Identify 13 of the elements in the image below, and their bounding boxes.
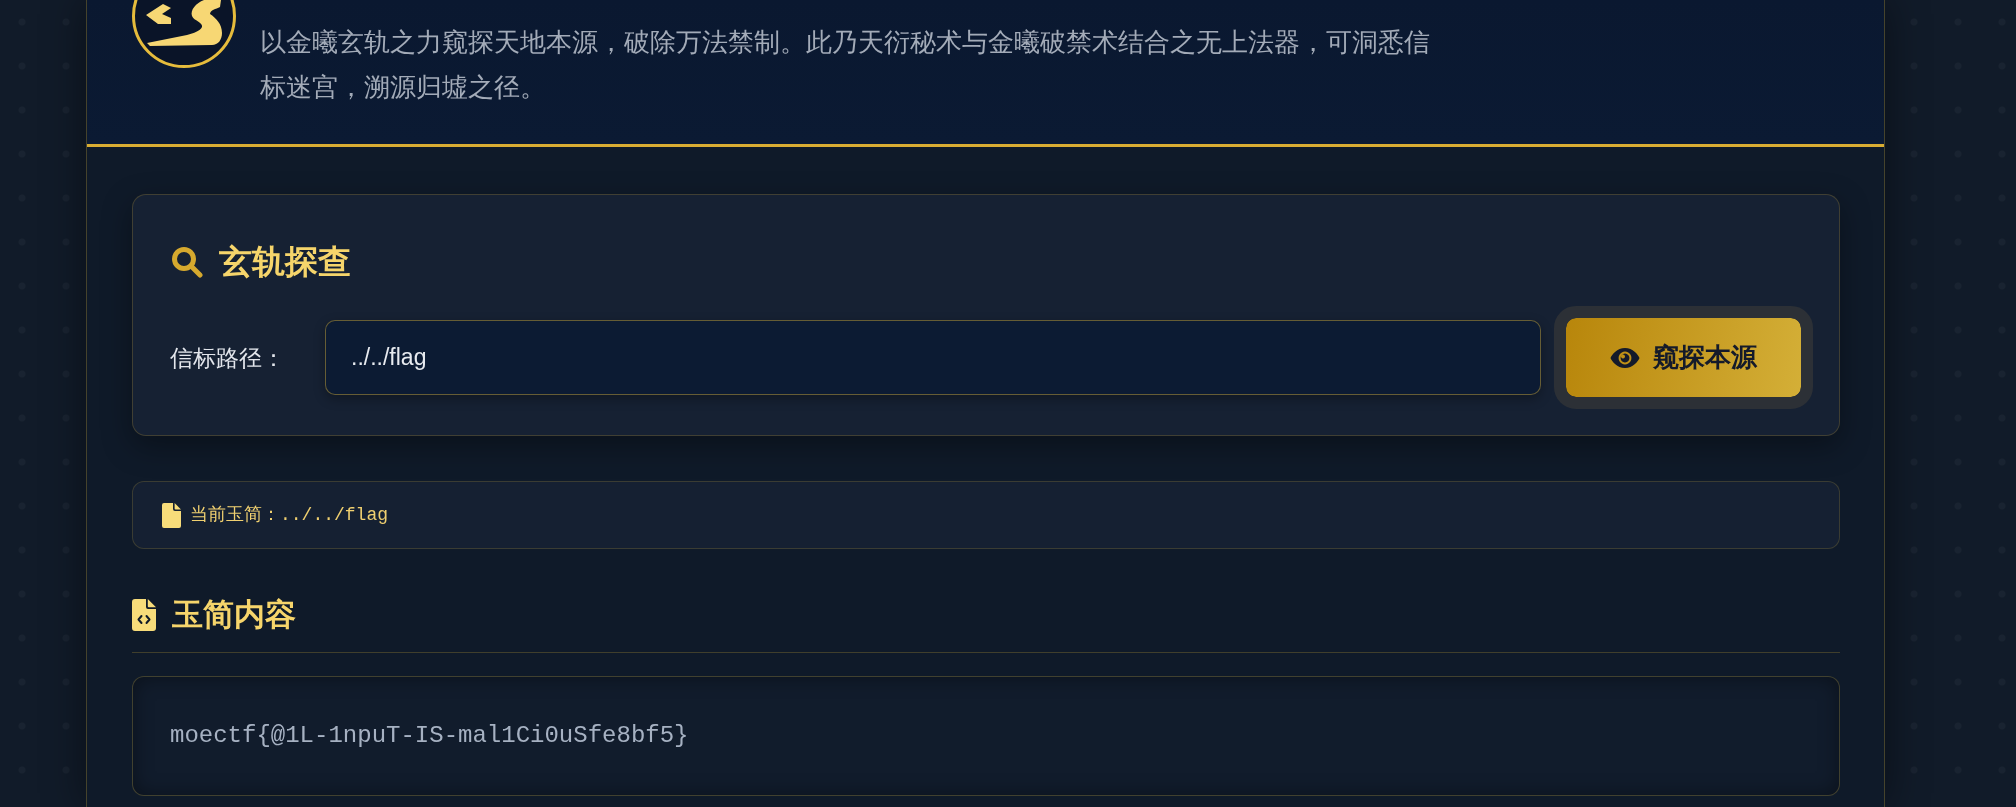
path-label: 信标路径：	[170, 343, 285, 373]
file-code-icon	[132, 599, 156, 631]
logo-icon	[132, 0, 236, 70]
section-title: 玉简内容	[172, 596, 296, 634]
eye-icon	[1610, 346, 1640, 369]
path-input[interactable]: ../../flag	[325, 320, 1541, 395]
file-icon	[162, 502, 181, 528]
header-description: 以金曦玄轨之力窥探天地本源，破除万法禁制。此乃天衍秘术与金曦破禁术结合之无上法器，可洞悉信标迷宫，溯源归墟之径。	[260, 26, 1431, 104]
card-title: 玄轨探查	[219, 242, 351, 282]
current-file-text: 当前玉简：../../flag	[190, 503, 389, 527]
submit-button[interactable]: 窥探本源	[1554, 306, 1813, 409]
search-icon	[171, 246, 203, 278]
file-content-text: moectf{@1L-1npuT-IS-mal1Ci0uSfe8bf5}	[170, 721, 689, 751]
